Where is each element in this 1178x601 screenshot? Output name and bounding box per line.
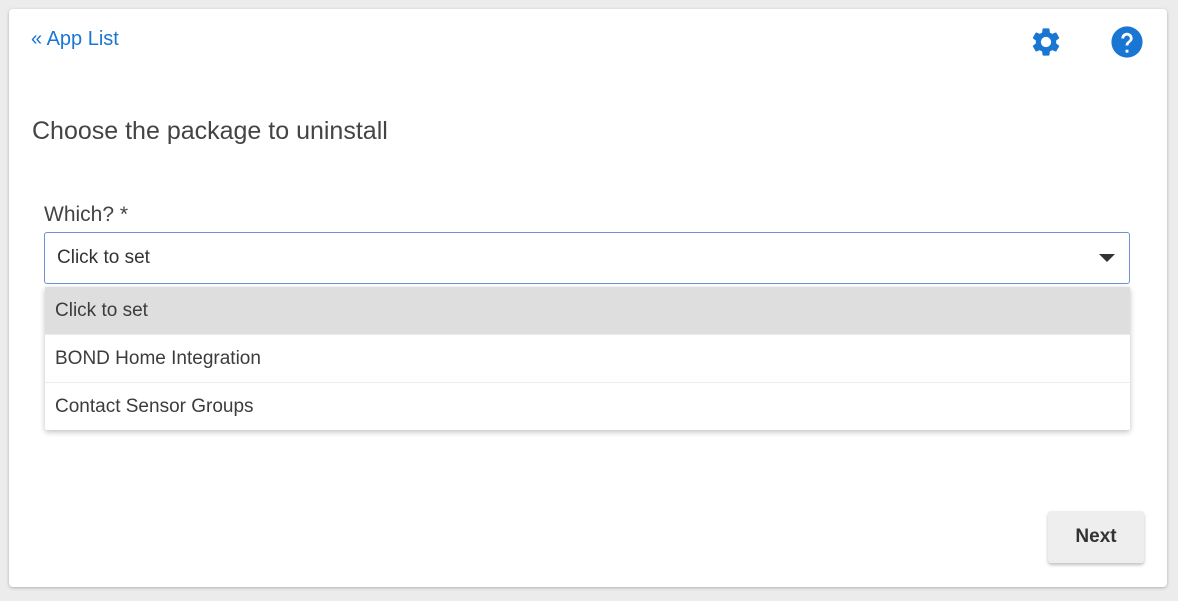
which-select[interactable]: Click to set <box>44 232 1130 284</box>
select-current-value: Click to set <box>57 247 150 268</box>
which-field-label: Which? * <box>44 203 129 226</box>
settings-button[interactable] <box>1029 25 1063 59</box>
help-icon <box>1111 26 1143 58</box>
dropdown-option-bond-home-integration[interactable]: BOND Home Integration <box>45 335 1130 383</box>
help-button[interactable] <box>1110 25 1144 59</box>
dropdown-list: Click to set BOND Home Integration Conta… <box>45 287 1130 430</box>
page-title: Choose the package to uninstall <box>32 117 388 145</box>
dropdown-option-contact-sensor-groups[interactable]: Contact Sensor Groups <box>45 383 1130 430</box>
dropdown-arrow-icon <box>1099 254 1115 262</box>
app-list-back-link[interactable]: « App List <box>31 27 119 51</box>
dropdown-option-placeholder[interactable]: Click to set <box>45 287 1130 335</box>
app-card: « App List Choose the package to uninsta… <box>9 9 1167 587</box>
next-button[interactable]: Next <box>1048 511 1144 563</box>
gear-icon <box>1032 28 1060 56</box>
